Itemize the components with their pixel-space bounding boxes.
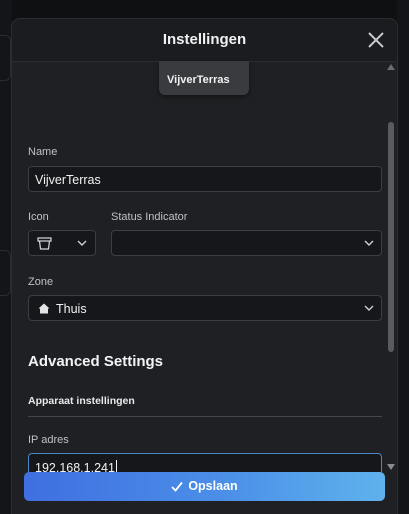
zone-value: Thuis xyxy=(56,302,87,316)
background-fragment xyxy=(0,250,11,296)
close-button[interactable] xyxy=(365,29,387,51)
tooltip-text: VijverTerras xyxy=(167,74,230,86)
advanced-settings-heading: Advanced Settings xyxy=(28,353,164,370)
zone-label: Zone xyxy=(28,276,54,288)
scrollbar-thumb[interactable] xyxy=(388,122,394,352)
save-button-label: Opslaan xyxy=(188,479,238,493)
name-label: Name xyxy=(28,146,58,158)
dialog-header: Instellingen xyxy=(12,19,397,62)
save-button[interactable]: Opslaan xyxy=(24,472,385,501)
device-settings-heading: Apparaat instellingen xyxy=(28,395,135,407)
close-icon xyxy=(368,32,384,48)
settings-dialog: Instellingen Name VijverTerras Icon Stat… xyxy=(12,19,397,514)
scrollbar[interactable] xyxy=(385,62,397,472)
chevron-down-icon xyxy=(364,240,374,246)
name-tooltip: VijverTerras xyxy=(159,61,249,95)
background-page-left xyxy=(0,0,12,514)
home-icon xyxy=(38,303,50,314)
name-input[interactable]: VijverTerras xyxy=(28,166,382,192)
divider xyxy=(28,416,382,417)
name-input-value: VijverTerras xyxy=(35,173,101,187)
ip-address-value: 192.168.1.241 xyxy=(35,461,115,472)
ip-address-label: IP adres xyxy=(28,434,69,446)
ip-address-input-text: 192.168.1.241 xyxy=(35,460,117,472)
planter-box-icon xyxy=(37,237,52,250)
chevron-down-icon xyxy=(364,305,374,311)
scroll-down-icon[interactable] xyxy=(387,464,395,470)
chevron-down-icon xyxy=(77,240,87,246)
status-indicator-select[interactable] xyxy=(111,230,382,256)
zone-select[interactable]: Thuis xyxy=(28,295,382,321)
ip-address-input[interactable]: 192.168.1.241 xyxy=(28,453,382,472)
background-page-right xyxy=(397,0,409,514)
dialog-title: Instellingen xyxy=(162,31,247,48)
status-indicator-label: Status Indicator xyxy=(111,211,188,223)
icon-label: Icon xyxy=(28,211,49,223)
dialog-content: Name VijverTerras Icon Status Indicator … xyxy=(12,62,397,472)
dialog-footer: Opslaan xyxy=(12,472,397,514)
text-caret xyxy=(115,460,117,472)
icon-select[interactable] xyxy=(28,230,96,256)
scroll-up-icon[interactable] xyxy=(387,64,395,70)
background-fragment xyxy=(0,35,11,81)
check-icon xyxy=(171,481,184,492)
